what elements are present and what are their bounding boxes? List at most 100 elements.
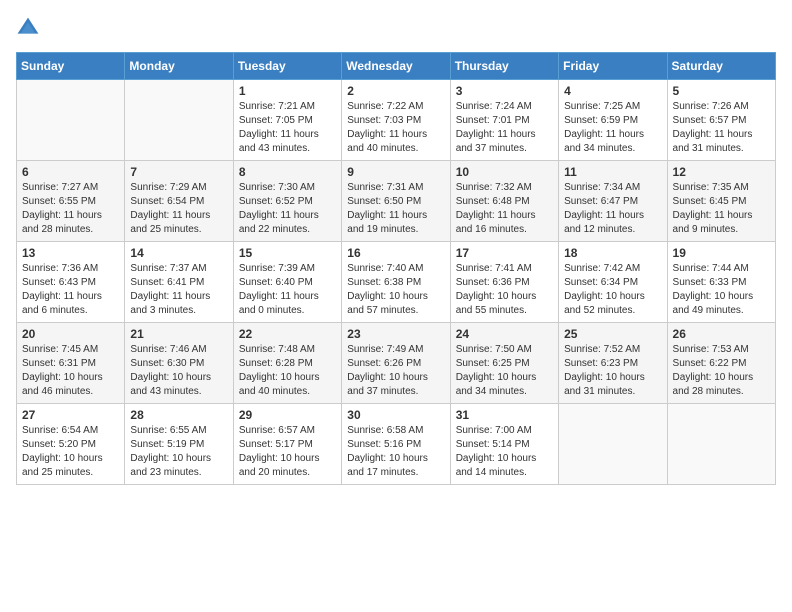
day-number: 13 bbox=[22, 246, 119, 260]
calendar-cell: 8 Sunrise: 7:30 AMSunset: 6:52 PMDaylight… bbox=[233, 161, 341, 242]
day-info: Sunrise: 6:57 AMSunset: 5:17 PMDaylight:… bbox=[239, 424, 336, 480]
calendar-cell: 10 Sunrise: 7:32 AMSunset: 6:48 PMDayligh… bbox=[450, 161, 558, 242]
day-info: Sunrise: 7:52 AMSunset: 6:23 PMDaylight:… bbox=[564, 343, 661, 399]
calendar-table: SundayMondayTuesdayWednesdayThursdayFrid… bbox=[16, 52, 776, 485]
calendar-cell: 4 Sunrise: 7:25 AMSunset: 6:59 PMDaylight… bbox=[559, 80, 667, 161]
day-info: Sunrise: 6:54 AMSunset: 5:20 PMDaylight:… bbox=[22, 424, 119, 480]
calendar-cell bbox=[17, 80, 125, 161]
day-info: Sunrise: 7:42 AMSunset: 6:34 PMDaylight:… bbox=[564, 262, 661, 318]
day-info: Sunrise: 7:53 AMSunset: 6:22 PMDaylight:… bbox=[673, 343, 770, 399]
day-number: 20 bbox=[22, 327, 119, 341]
day-number: 17 bbox=[456, 246, 553, 260]
calendar-cell: 5 Sunrise: 7:26 AMSunset: 6:57 PMDaylight… bbox=[667, 80, 775, 161]
day-number: 7 bbox=[130, 165, 227, 179]
day-number: 4 bbox=[564, 84, 661, 98]
calendar-cell: 1 Sunrise: 7:21 AMSunset: 7:05 PMDaylight… bbox=[233, 80, 341, 161]
day-number: 27 bbox=[22, 408, 119, 422]
day-number: 1 bbox=[239, 84, 336, 98]
day-number: 15 bbox=[239, 246, 336, 260]
logo bbox=[16, 16, 44, 40]
day-number: 3 bbox=[456, 84, 553, 98]
day-info: Sunrise: 7:35 AMSunset: 6:45 PMDaylight:… bbox=[673, 181, 770, 237]
day-number: 22 bbox=[239, 327, 336, 341]
calendar-week-row: 20Sunrise: 7:45 AMSunset: 6:31 PMDayligh… bbox=[17, 323, 776, 404]
weekday-header-tuesday: Tuesday bbox=[233, 53, 341, 80]
calendar-cell: 7 Sunrise: 7:29 AMSunset: 6:54 PMDaylight… bbox=[125, 161, 233, 242]
day-number: 14 bbox=[130, 246, 227, 260]
day-info: Sunrise: 7:24 AMSunset: 7:01 PMDaylight:… bbox=[456, 100, 553, 156]
calendar-cell: 12 Sunrise: 7:35 AMSunset: 6:45 PMDayligh… bbox=[667, 161, 775, 242]
logo-icon bbox=[16, 16, 40, 40]
day-number: 8 bbox=[239, 165, 336, 179]
day-number: 19 bbox=[673, 246, 770, 260]
calendar-cell: 20Sunrise: 7:45 AMSunset: 6:31 PMDayligh… bbox=[17, 323, 125, 404]
day-number: 10 bbox=[456, 165, 553, 179]
calendar-cell: 28 Sunrise: 6:55 AMSunset: 5:19 PMDayligh… bbox=[125, 404, 233, 485]
day-info: Sunrise: 7:50 AMSunset: 6:25 PMDaylight:… bbox=[456, 343, 553, 399]
calendar-cell: 6 Sunrise: 7:27 AMSunset: 6:55 PMDaylight… bbox=[17, 161, 125, 242]
day-number: 29 bbox=[239, 408, 336, 422]
calendar-cell: 29 Sunrise: 6:57 AMSunset: 5:17 PMDayligh… bbox=[233, 404, 341, 485]
day-info: Sunrise: 7:37 AMSunset: 6:41 PMDaylight:… bbox=[130, 262, 227, 318]
day-number: 23 bbox=[347, 327, 444, 341]
weekday-header-wednesday: Wednesday bbox=[342, 53, 450, 80]
day-info: Sunrise: 7:26 AMSunset: 6:57 PMDaylight:… bbox=[673, 100, 770, 156]
calendar-cell: 22 Sunrise: 7:48 AMSunset: 6:28 PMDayligh… bbox=[233, 323, 341, 404]
calendar-week-row: 13 Sunrise: 7:36 AMSunset: 6:43 PMDayligh… bbox=[17, 242, 776, 323]
day-number: 18 bbox=[564, 246, 661, 260]
day-info: Sunrise: 7:31 AMSunset: 6:50 PMDaylight:… bbox=[347, 181, 444, 237]
calendar-cell: 14 Sunrise: 7:37 AMSunset: 6:41 PMDayligh… bbox=[125, 242, 233, 323]
day-info: Sunrise: 7:22 AMSunset: 7:03 PMDaylight:… bbox=[347, 100, 444, 156]
calendar-cell: 21Sunrise: 7:46 AMSunset: 6:30 PMDayligh… bbox=[125, 323, 233, 404]
calendar-cell bbox=[125, 80, 233, 161]
calendar-cell: 15 Sunrise: 7:39 AMSunset: 6:40 PMDayligh… bbox=[233, 242, 341, 323]
weekday-header-sunday: Sunday bbox=[17, 53, 125, 80]
day-number: 2 bbox=[347, 84, 444, 98]
day-number: 30 bbox=[347, 408, 444, 422]
calendar-cell: 31 Sunrise: 7:00 AMSunset: 5:14 PMDayligh… bbox=[450, 404, 558, 485]
day-number: 11 bbox=[564, 165, 661, 179]
weekday-header-saturday: Saturday bbox=[667, 53, 775, 80]
calendar-cell: 23Sunrise: 7:49 AMSunset: 6:26 PMDayligh… bbox=[342, 323, 450, 404]
calendar-cell: 9Sunrise: 7:31 AMSunset: 6:50 PMDaylight… bbox=[342, 161, 450, 242]
day-number: 12 bbox=[673, 165, 770, 179]
calendar-cell: 25 Sunrise: 7:52 AMSunset: 6:23 PMDayligh… bbox=[559, 323, 667, 404]
calendar-cell: 16Sunrise: 7:40 AMSunset: 6:38 PMDayligh… bbox=[342, 242, 450, 323]
day-number: 26 bbox=[673, 327, 770, 341]
day-number: 5 bbox=[673, 84, 770, 98]
calendar-cell bbox=[559, 404, 667, 485]
day-info: Sunrise: 7:00 AMSunset: 5:14 PMDaylight:… bbox=[456, 424, 553, 480]
day-info: Sunrise: 7:34 AMSunset: 6:47 PMDaylight:… bbox=[564, 181, 661, 237]
calendar-cell: 2 Sunrise: 7:22 AMSunset: 7:03 PMDaylight… bbox=[342, 80, 450, 161]
calendar-cell: 27 Sunrise: 6:54 AMSunset: 5:20 PMDayligh… bbox=[17, 404, 125, 485]
calendar-body: 1 Sunrise: 7:21 AMSunset: 7:05 PMDaylight… bbox=[17, 80, 776, 485]
day-info: Sunrise: 7:30 AMSunset: 6:52 PMDaylight:… bbox=[239, 181, 336, 237]
day-info: Sunrise: 7:21 AMSunset: 7:05 PMDaylight:… bbox=[239, 100, 336, 156]
day-number: 28 bbox=[130, 408, 227, 422]
day-info: Sunrise: 7:29 AMSunset: 6:54 PMDaylight:… bbox=[130, 181, 227, 237]
weekday-header-friday: Friday bbox=[559, 53, 667, 80]
day-info: Sunrise: 7:40 AMSunset: 6:38 PMDaylight:… bbox=[347, 262, 444, 318]
page-header bbox=[16, 16, 776, 40]
day-info: Sunrise: 7:44 AMSunset: 6:33 PMDaylight:… bbox=[673, 262, 770, 318]
day-info: Sunrise: 7:25 AMSunset: 6:59 PMDaylight:… bbox=[564, 100, 661, 156]
calendar-cell: 30 Sunrise: 6:58 AMSunset: 5:16 PMDayligh… bbox=[342, 404, 450, 485]
day-info: Sunrise: 7:48 AMSunset: 6:28 PMDaylight:… bbox=[239, 343, 336, 399]
calendar-week-row: 27 Sunrise: 6:54 AMSunset: 5:20 PMDayligh… bbox=[17, 404, 776, 485]
day-info: Sunrise: 7:39 AMSunset: 6:40 PMDaylight:… bbox=[239, 262, 336, 318]
day-info: Sunrise: 7:32 AMSunset: 6:48 PMDaylight:… bbox=[456, 181, 553, 237]
day-info: Sunrise: 7:36 AMSunset: 6:43 PMDaylight:… bbox=[22, 262, 119, 318]
day-number: 25 bbox=[564, 327, 661, 341]
day-number: 31 bbox=[456, 408, 553, 422]
day-info: Sunrise: 6:58 AMSunset: 5:16 PMDaylight:… bbox=[347, 424, 444, 480]
calendar-cell: 3 Sunrise: 7:24 AMSunset: 7:01 PMDaylight… bbox=[450, 80, 558, 161]
day-info: Sunrise: 7:27 AMSunset: 6:55 PMDaylight:… bbox=[22, 181, 119, 237]
calendar-week-row: 6 Sunrise: 7:27 AMSunset: 6:55 PMDaylight… bbox=[17, 161, 776, 242]
calendar-cell: 18 Sunrise: 7:42 AMSunset: 6:34 PMDayligh… bbox=[559, 242, 667, 323]
calendar-cell: 13 Sunrise: 7:36 AMSunset: 6:43 PMDayligh… bbox=[17, 242, 125, 323]
day-number: 6 bbox=[22, 165, 119, 179]
day-number: 21 bbox=[130, 327, 227, 341]
weekday-header-row: SundayMondayTuesdayWednesdayThursdayFrid… bbox=[17, 53, 776, 80]
calendar-cell: 19 Sunrise: 7:44 AMSunset: 6:33 PMDayligh… bbox=[667, 242, 775, 323]
day-info: Sunrise: 6:55 AMSunset: 5:19 PMDaylight:… bbox=[130, 424, 227, 480]
